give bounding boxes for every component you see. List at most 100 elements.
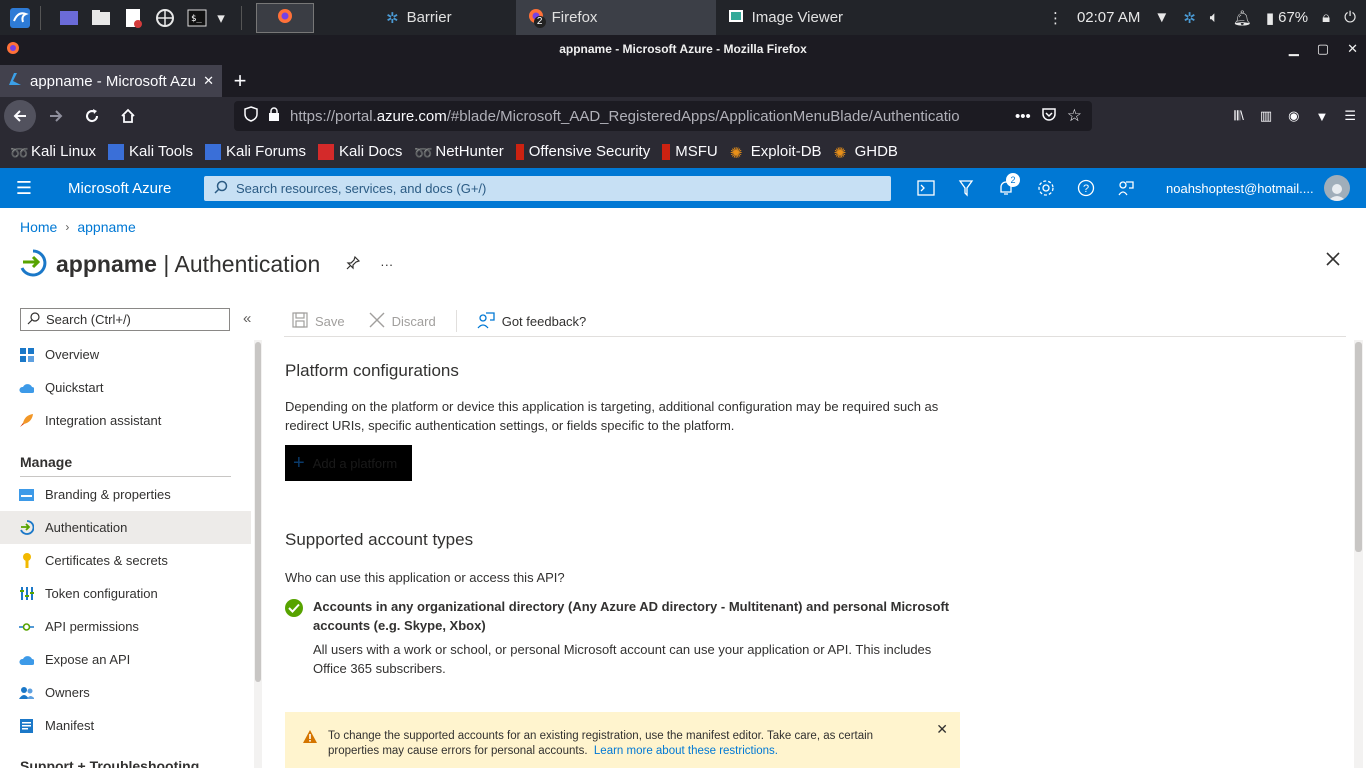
arrow-left-icon xyxy=(13,110,26,122)
bookmark-nethunter[interactable]: ➿ NetHunter xyxy=(414,143,503,162)
bookmark-ghdb[interactable]: ✺ GHDB xyxy=(834,143,898,162)
new-tab-button[interactable]: + xyxy=(222,65,258,97)
portal-menu-icon[interactable]: ☰ xyxy=(0,178,48,199)
clock[interactable]: 02:07 AM xyxy=(1077,9,1140,26)
directory-filter-icon[interactable] xyxy=(946,168,986,208)
menu-scrollbar-thumb[interactable] xyxy=(255,342,261,682)
collapse-menu-icon[interactable]: « xyxy=(243,310,251,327)
breadcrumb-home[interactable]: Home xyxy=(20,219,57,235)
chevron-right-icon: › xyxy=(65,220,70,234)
page-title: appname | Authentication xyxy=(56,250,321,277)
account-option-line-2: accounts (e.g. Skype, Xbox) xyxy=(313,618,486,633)
reload-button[interactable] xyxy=(76,100,108,132)
menu-item-manifest[interactable]: Manifest xyxy=(0,709,251,742)
volume-icon[interactable]: 🔈︎ xyxy=(1210,9,1219,26)
account-description-line-2: Office 365 subscribers. xyxy=(313,661,446,676)
breadcrumb-app[interactable]: appname xyxy=(77,219,135,235)
feedback-icon[interactable] xyxy=(1106,168,1146,208)
discard-button[interactable]: Discard xyxy=(361,312,444,331)
address-bar[interactable]: https://portal.azure.com/#blade/Microsof… xyxy=(234,101,1092,131)
close-blade-icon[interactable] xyxy=(1326,252,1340,269)
tab-title: appname - Microsoft Azu xyxy=(30,72,196,90)
learn-more-link[interactable]: Learn more about these restrictions. xyxy=(594,745,778,757)
show-desktop-icon[interactable] xyxy=(57,6,81,30)
menu-item-expose-api[interactable]: Expose an API xyxy=(0,643,251,676)
bookmark-offensive-security[interactable]: Offensive Security xyxy=(515,143,650,160)
pocket-icon[interactable] xyxy=(1041,106,1057,126)
chevron-down-icon[interactable]: ▾ xyxy=(209,6,233,30)
kali-tools-icon xyxy=(108,143,125,160)
global-search-input[interactable]: Search resources, services, and docs (G+… xyxy=(204,176,891,201)
bookmark-kali-docs[interactable]: Kali Docs xyxy=(318,143,402,160)
menu-scrollbar[interactable] xyxy=(254,340,262,768)
page-actions-icon[interactable]: ••• xyxy=(1015,108,1031,125)
web-browser-icon[interactable] xyxy=(153,6,177,30)
lock-icon[interactable] xyxy=(268,107,280,125)
firefox-launcher[interactable] xyxy=(256,2,314,33)
extension-icon[interactable]: ▼ xyxy=(1315,109,1328,124)
arrow-right-icon xyxy=(50,110,63,122)
settings-gear-icon[interactable] xyxy=(1026,168,1066,208)
power-icon[interactable]: ⏻ xyxy=(1344,9,1356,26)
content-scrollbar-thumb[interactable] xyxy=(1355,342,1362,552)
azure-brand[interactable]: Microsoft Azure xyxy=(48,180,204,197)
browser-tab[interactable]: appname - Microsoft Azu ✕ xyxy=(0,65,222,97)
close-window-icon[interactable]: ✕ xyxy=(1347,41,1358,57)
more-vertical-icon[interactable]: ⋮ xyxy=(1048,9,1063,27)
menu-search-input[interactable]: Search (Ctrl+/) xyxy=(20,308,230,331)
content-scrollbar[interactable] xyxy=(1354,340,1363,768)
menu-item-authentication[interactable]: Authentication xyxy=(0,511,251,544)
maximize-icon[interactable]: ▢ xyxy=(1317,41,1329,57)
menu-item-certificates[interactable]: Certificates & secrets xyxy=(0,544,251,577)
pin-icon[interactable] xyxy=(346,255,361,273)
task-image-viewer[interactable]: Image Viewer xyxy=(716,0,946,35)
feedback-button[interactable]: Got feedback? xyxy=(469,311,595,332)
menu-item-owners[interactable]: Owners xyxy=(0,676,251,709)
bookmark-kali-linux[interactable]: ➿ Kali Linux xyxy=(10,143,96,162)
menu-hamburger-icon[interactable]: ☰ xyxy=(1344,108,1356,124)
file-manager-icon[interactable] xyxy=(89,6,113,30)
library-icon[interactable]: 𝄃𝄃\ xyxy=(1234,108,1243,124)
bookmark-star-icon[interactable]: ☆ xyxy=(1067,106,1082,126)
kali-menu-icon[interactable] xyxy=(8,6,32,30)
account-icon[interactable]: ◉ xyxy=(1288,108,1299,124)
reload-icon xyxy=(86,109,99,123)
text-editor-icon[interactable] xyxy=(121,6,145,30)
task-barrier[interactable]: ✲ Barrier xyxy=(374,0,464,35)
home-button[interactable] xyxy=(112,100,144,132)
menu-item-branding[interactable]: Branding & properties xyxy=(0,478,251,511)
more-actions-icon[interactable]: ··· xyxy=(380,257,393,272)
shield-icon[interactable] xyxy=(244,106,258,126)
menu-item-quickstart[interactable]: Quickstart xyxy=(0,371,251,404)
checkmark-icon xyxy=(285,599,303,617)
save-button[interactable]: Save xyxy=(284,311,353,331)
task-firefox[interactable]: 2 Firefox xyxy=(515,0,716,35)
network-icon[interactable]: ✲ xyxy=(1183,9,1196,27)
menu-item-token-configuration[interactable]: Token configuration xyxy=(0,577,251,610)
cloud-shell-icon[interactable] xyxy=(906,168,946,208)
menu-item-overview[interactable]: Overview xyxy=(0,338,251,371)
bookmark-msfu[interactable]: MSFU xyxy=(662,143,718,160)
minimize-icon[interactable]: ▁ xyxy=(1289,41,1299,57)
help-icon[interactable]: ? xyxy=(1066,168,1106,208)
bookmark-kali-forums[interactable]: Kali Forums xyxy=(204,143,306,160)
battery-icon[interactable]: ▮ xyxy=(1266,9,1274,27)
sidebar-icon[interactable]: ▥ xyxy=(1260,108,1272,124)
add-platform-button[interactable]: + Add a platform xyxy=(285,445,412,481)
back-button[interactable] xyxy=(4,100,36,132)
terminal-icon[interactable]: $_ xyxy=(185,6,209,30)
wifi-icon[interactable]: ▼ xyxy=(1154,9,1169,26)
save-icon xyxy=(292,311,308,331)
close-warning-icon[interactable]: ✕ xyxy=(936,722,948,737)
account-menu[interactable]: noahshoptest@hotmail.... xyxy=(1166,168,1350,208)
platform-description-line-1: Depending on the platform or device this… xyxy=(285,399,939,414)
notification-bell-icon[interactable]: 🔔︎ xyxy=(1233,9,1252,27)
menu-item-integration-assistant[interactable]: Integration assistant xyxy=(0,404,251,437)
close-tab-icon[interactable]: ✕ xyxy=(203,73,214,89)
bookmark-exploit-db[interactable]: ✺ Exploit-DB xyxy=(730,143,822,162)
forward-button[interactable] xyxy=(40,100,72,132)
lock-icon[interactable]: 🔒︎ xyxy=(1322,9,1330,26)
bookmark-kali-tools[interactable]: Kali Tools xyxy=(108,143,193,160)
notifications-icon[interactable]: 2 xyxy=(986,168,1026,208)
menu-item-api-permissions[interactable]: API permissions xyxy=(0,610,251,643)
